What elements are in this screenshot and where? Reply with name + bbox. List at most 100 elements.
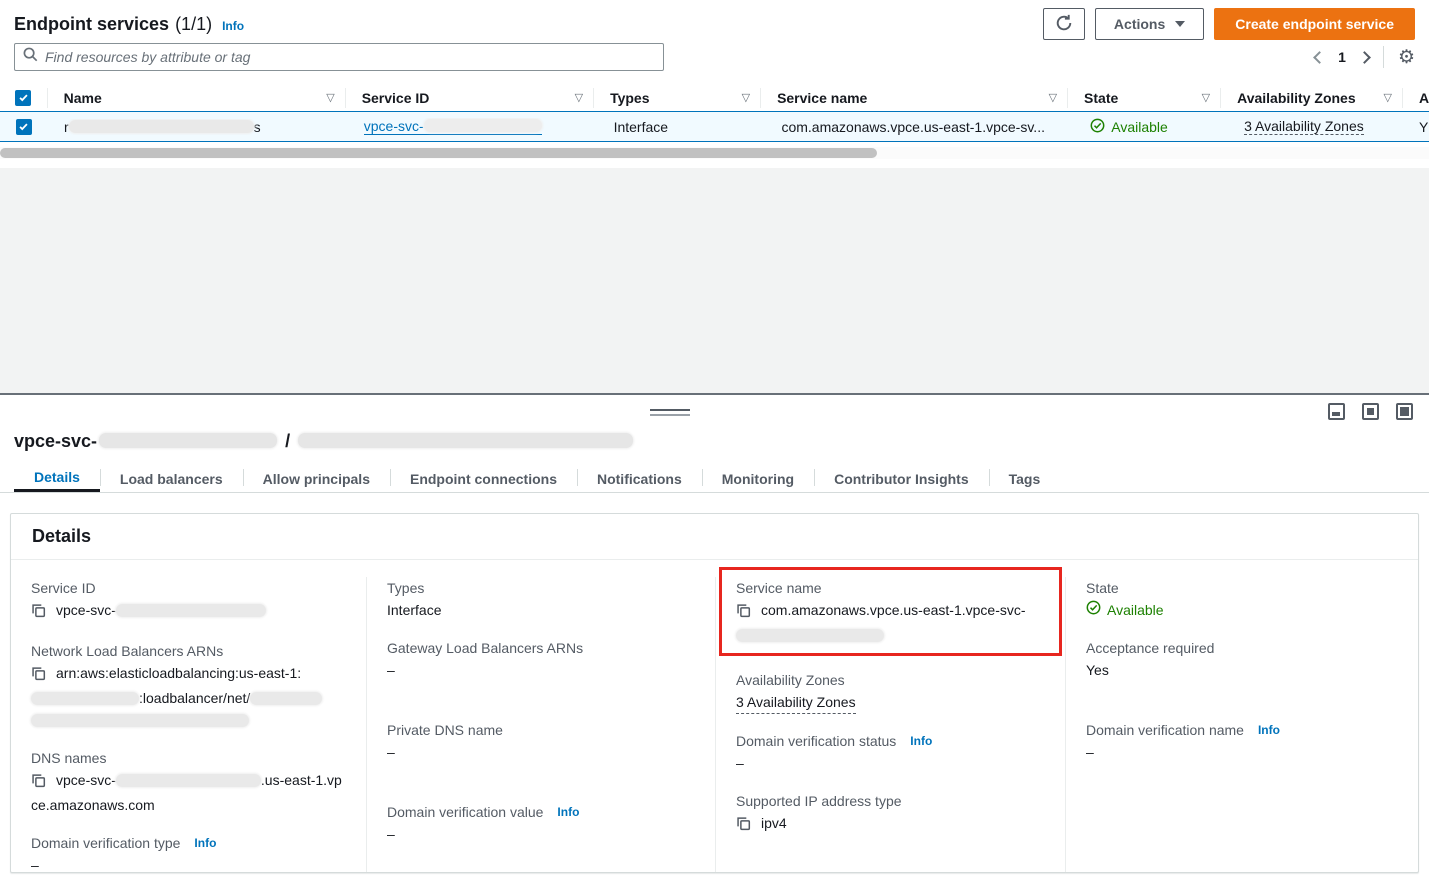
- page-header: Endpoint services (1/1) Info Actions Cre…: [14, 8, 1415, 40]
- panel-size-full-icon[interactable]: [1396, 403, 1413, 420]
- column-header-types[interactable]: Types ▽: [594, 88, 761, 108]
- redacted-text: [116, 774, 261, 787]
- detail-split-panel: vpce-svc- / Details Load balancers Allow…: [0, 393, 1429, 886]
- scrollbar-thumb[interactable]: [0, 148, 877, 158]
- field-domain-verification-name: Domain verification name Info –: [1086, 719, 1398, 763]
- service-id-link[interactable]: vpce-svc-: [364, 118, 542, 135]
- details-card-body: Service ID vpce-svc- Network Load Balanc…: [11, 560, 1418, 872]
- field-label: Service ID: [31, 577, 346, 599]
- create-endpoint-service-button[interactable]: Create endpoint service: [1214, 8, 1415, 40]
- field-label: Acceptance required: [1086, 637, 1398, 659]
- actions-button[interactable]: Actions: [1095, 8, 1204, 40]
- tab-monitoring[interactable]: Monitoring: [702, 465, 814, 492]
- field-domain-verification-value: Domain verification value Info –: [387, 801, 695, 845]
- title-info-link[interactable]: Info: [222, 19, 244, 33]
- row-service-name-cell: com.amazonaws.vpce.us-east-1.vpce-sv...: [765, 119, 1074, 135]
- details-column-3: Service name com.amazonaws.vpce.us-east-…: [716, 577, 1066, 872]
- sort-icon[interactable]: ▽: [575, 91, 583, 104]
- row-name-cell: rs: [48, 119, 348, 135]
- panel-tabs: Details Load balancers Allow principals …: [0, 465, 1429, 493]
- field-label: Availability Zones: [736, 669, 1045, 691]
- field-value: Available: [1086, 599, 1398, 621]
- column-header-availability-zones[interactable]: Availability Zones▽: [1221, 88, 1403, 108]
- tab-tags[interactable]: Tags: [989, 465, 1061, 492]
- field-private-dns-name: Private DNS name –: [387, 719, 695, 763]
- row-checkbox[interactable]: [16, 119, 32, 135]
- field-dns-names: DNS names vpce-svc-.us-east-1.vpce.amazo…: [31, 747, 346, 816]
- copy-icon[interactable]: [736, 602, 751, 624]
- refresh-button[interactable]: [1043, 8, 1085, 40]
- field-value: vpce-svc-.us-east-1.vpce.amazonaws.com: [31, 769, 346, 816]
- field-nlb-arns: Network Load Balancers ARNs arn:aws:elas…: [31, 640, 346, 731]
- redacted-text: [99, 433, 277, 448]
- field-types: Types Interface: [387, 577, 695, 621]
- column-label: State: [1084, 90, 1118, 106]
- tab-details[interactable]: Details: [14, 465, 100, 492]
- info-link[interactable]: Info: [910, 730, 932, 752]
- page-next-icon[interactable]: [1358, 51, 1371, 64]
- copy-icon[interactable]: [31, 602, 46, 624]
- check-circle-icon: [1086, 599, 1101, 621]
- availability-zones-link[interactable]: 3 Availability Zones: [736, 691, 856, 714]
- search-input[interactable]: [45, 49, 655, 65]
- copy-icon[interactable]: [31, 772, 46, 794]
- field-value: Interface: [387, 599, 695, 621]
- redacted-text: [250, 692, 322, 705]
- tab-allow-principals[interactable]: Allow principals: [243, 465, 390, 492]
- panel-layout-controls: [1328, 403, 1413, 420]
- sort-icon[interactable]: ▽: [1049, 91, 1057, 104]
- value-text: com.amazonaws.vpce.us-east-1.vpce-svc-: [761, 602, 1026, 618]
- info-link[interactable]: Info: [557, 801, 579, 823]
- page-title: Endpoint services: [14, 14, 169, 35]
- search-icon: [23, 47, 38, 67]
- availability-zones-link[interactable]: 3 Availability Zones: [1244, 118, 1364, 135]
- redacted-text: [424, 119, 542, 132]
- tab-notifications[interactable]: Notifications: [577, 465, 702, 492]
- select-all-checkbox[interactable]: [15, 90, 31, 106]
- sort-icon[interactable]: ▽: [326, 91, 334, 104]
- tab-endpoint-connections[interactable]: Endpoint connections: [390, 465, 577, 492]
- sort-icon[interactable]: ▽: [1384, 91, 1392, 104]
- field-domain-verification-type: Domain verification type Info –: [31, 832, 346, 876]
- copy-icon[interactable]: [736, 815, 751, 837]
- row-name-text: r: [64, 119, 69, 135]
- tab-contributor-insights[interactable]: Contributor Insights: [814, 465, 989, 492]
- column-header-name[interactable]: Name▽: [48, 88, 346, 108]
- value-text: vpce-svc-: [56, 602, 116, 618]
- column-label: Types: [610, 90, 649, 106]
- field-label: Domain verification name: [1086, 719, 1244, 741]
- check-circle-icon: [1090, 118, 1105, 136]
- info-link[interactable]: Info: [1258, 719, 1280, 741]
- column-header-state[interactable]: State ▽: [1068, 88, 1221, 108]
- column-header-service-name[interactable]: Service name▽: [761, 88, 1068, 108]
- panel-size-small-icon[interactable]: [1328, 403, 1345, 420]
- field-gwlb-arns: Gateway Load Balancers ARNs –: [387, 637, 695, 681]
- field-value: Yes: [1086, 659, 1398, 681]
- field-value: –: [387, 659, 695, 681]
- field-value: arn:aws:elasticloadbalancing:us-east-1::…: [31, 662, 346, 731]
- copy-icon[interactable]: [31, 665, 46, 687]
- info-link[interactable]: Info: [194, 832, 216, 854]
- sort-icon[interactable]: ▽: [1202, 91, 1210, 104]
- column-header-service-id[interactable]: Service ID▽: [346, 88, 594, 108]
- redacted-text: [298, 433, 633, 448]
- row-name-text: s: [254, 119, 261, 135]
- field-label: State: [1086, 577, 1398, 599]
- search-box[interactable]: [14, 43, 664, 71]
- sort-icon[interactable]: ▽: [742, 91, 750, 104]
- resource-count: (1/1): [175, 14, 212, 35]
- horizontal-scrollbar[interactable]: [0, 147, 1429, 159]
- column-header-acceptance[interactable]: A: [1403, 88, 1429, 108]
- actions-button-label: Actions: [1114, 16, 1165, 32]
- tab-load-balancers[interactable]: Load balancers: [100, 465, 243, 492]
- background-area: [0, 168, 1429, 393]
- row-types-cell: Interface: [598, 119, 766, 135]
- current-page[interactable]: 1: [1338, 49, 1346, 65]
- panel-drag-handle-icon[interactable]: [650, 409, 690, 416]
- table-row[interactable]: rs vpce-svc- Interface com.amazonaws.vpc…: [0, 111, 1429, 142]
- page-previous-icon[interactable]: [1313, 51, 1326, 64]
- page-title-group: Endpoint services (1/1) Info: [14, 14, 244, 35]
- panel-size-half-icon[interactable]: [1362, 403, 1379, 420]
- gear-icon[interactable]: ⚙: [1398, 48, 1415, 67]
- field-value: –: [387, 741, 695, 763]
